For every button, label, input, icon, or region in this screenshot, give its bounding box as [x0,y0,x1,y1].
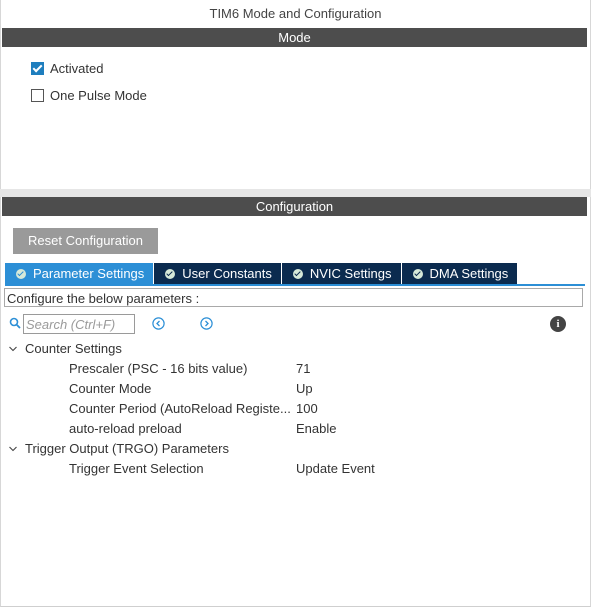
check-circle-icon [292,268,303,279]
panel-divider[interactable] [0,189,591,197]
param-value[interactable]: 100 [296,401,318,416]
arrow-right-circle-icon[interactable] [200,317,213,330]
tab-user-constants[interactable]: User Constants [154,263,281,284]
param-name[interactable]: Prescaler (PSC - 16 bits value) [69,361,247,376]
configuration-tabs: Parameter Settings User Constants NVIC S… [5,263,518,284]
tab-label: DMA Settings [429,266,509,281]
info-icon[interactable]: i [550,316,566,332]
check-circle-icon [165,268,176,279]
group-trigger-output[interactable]: Trigger Output (TRGO) Parameters [9,441,229,456]
tab-label: User Constants [182,266,272,281]
activated-checkbox[interactable] [31,62,44,75]
tab-dma-settings[interactable]: DMA Settings [401,263,518,284]
window-title: TIM6 Mode and Configuration [209,6,382,21]
group-title: Trigger Output (TRGO) Parameters [25,441,229,456]
tab-nvic-settings[interactable]: NVIC Settings [281,263,401,284]
parameters-description: Configure the below parameters : [4,288,583,307]
reset-configuration-button[interactable]: Reset Configuration [13,228,158,254]
param-name[interactable]: Trigger Event Selection [69,461,204,476]
activated-checkbox-row[interactable]: Activated [31,61,103,76]
param-value[interactable]: Up [296,381,313,396]
chevron-down-icon[interactable] [9,445,17,453]
one-pulse-mode-checkbox-row[interactable]: One Pulse Mode [31,88,147,103]
group-counter-settings[interactable]: Counter Settings [9,341,122,356]
mode-header: Mode [2,28,587,47]
activated-label: Activated [50,61,104,76]
param-name[interactable]: Counter Mode [69,381,151,396]
one-pulse-mode-checkbox[interactable] [31,89,44,102]
tab-label: Parameter Settings [33,266,145,281]
check-circle-icon [16,268,26,279]
param-value[interactable]: 71 [296,361,310,376]
search-icon[interactable] [9,317,21,329]
param-name[interactable]: Counter Period (AutoReload Registe... [69,401,291,416]
param-value[interactable]: Update Event [296,461,375,476]
param-name[interactable]: auto-reload preload [69,421,182,436]
arrow-left-circle-icon[interactable] [152,317,165,330]
check-circle-icon [412,268,423,279]
group-title: Counter Settings [25,341,122,356]
one-pulse-mode-label: One Pulse Mode [50,88,147,103]
configuration-header: Configuration [2,197,587,216]
search-input[interactable] [23,314,135,334]
tab-underline [5,284,585,286]
tab-label: NVIC Settings [309,266,392,281]
chevron-down-icon[interactable] [9,345,17,353]
tab-parameter-settings[interactable]: Parameter Settings [5,263,154,284]
param-value[interactable]: Enable [296,421,336,436]
